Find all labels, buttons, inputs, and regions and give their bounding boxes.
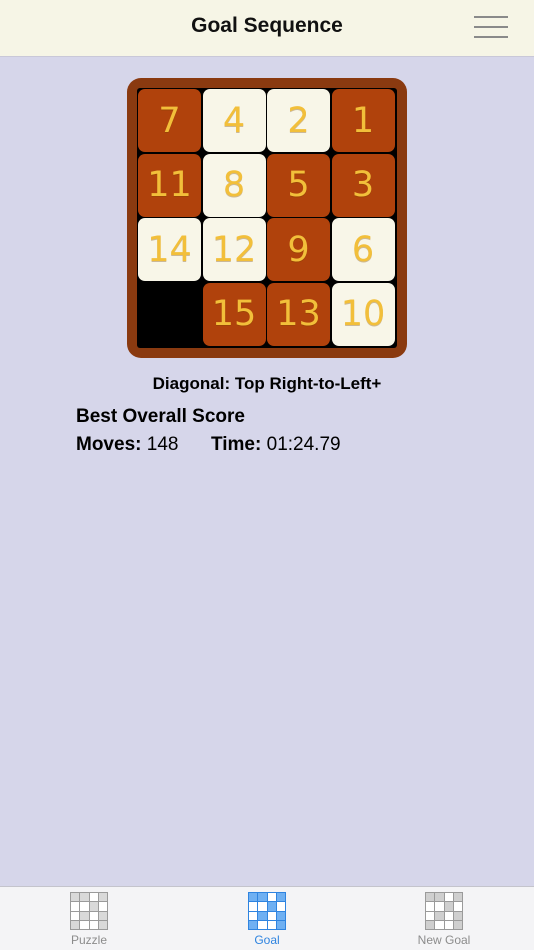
puzzle-tile[interactable]: 11 — [138, 153, 201, 217]
puzzle-tile[interactable]: 13 — [267, 282, 330, 346]
puzzle-tile[interactable]: 12 — [202, 218, 266, 281]
puzzle-tile[interactable]: 6 — [331, 218, 395, 281]
moves-readout: Moves: 148 — [76, 434, 178, 456]
puzzle-tile[interactable]: 4 — [202, 89, 266, 152]
new-goal-grid-icon — [425, 892, 463, 930]
puzzle-tile[interactable]: 3 — [331, 153, 395, 217]
tab-new-goal-label: New Goal — [417, 933, 471, 947]
page-title: Goal Sequence — [191, 14, 343, 37]
tab-goal-label: Goal — [254, 933, 280, 947]
puzzle-grid-icon — [70, 892, 108, 930]
tab-new-goal[interactable]: New Goal — [384, 891, 504, 949]
tab-puzzle-label: Puzzle — [70, 933, 108, 947]
moves-value: 148 — [146, 434, 179, 455]
time-value: 01:24.79 — [266, 434, 341, 455]
puzzle-tile[interactable]: 15 — [202, 282, 266, 346]
puzzle-tile[interactable]: 5 — [267, 153, 330, 217]
puzzle-tile[interactable]: 10 — [331, 282, 395, 346]
moves-label: Moves: — [76, 434, 142, 455]
puzzle-tile[interactable]: 1 — [331, 89, 395, 152]
puzzle-board: 7 4 2 1 11 8 5 3 14 12 9 6 15 13 10 — [127, 78, 407, 358]
puzzle-tile[interactable]: 14 — [138, 218, 201, 281]
nav-bar: Goal Sequence — [0, 0, 534, 57]
board-grid: 7 4 2 1 11 8 5 3 14 12 9 6 15 13 10 — [137, 88, 397, 348]
tab-bar: Puzzle Goal New Goal — [0, 886, 534, 950]
empty-slot — [138, 282, 201, 346]
hamburger-menu-icon[interactable] — [474, 16, 508, 40]
best-score-title: Best Overall Score — [76, 406, 245, 427]
goal-name: Diagonal: Top Right-to-Left+ — [152, 374, 382, 393]
time-readout: Time: 01:24.79 — [211, 434, 341, 456]
puzzle-tile[interactable]: 7 — [138, 89, 201, 152]
puzzle-tile[interactable]: 2 — [267, 89, 330, 152]
puzzle-tile[interactable]: 8 — [202, 153, 266, 217]
puzzle-tile[interactable]: 9 — [267, 218, 330, 281]
goal-grid-icon — [248, 892, 286, 930]
tab-goal[interactable]: Goal — [207, 891, 327, 949]
tab-puzzle[interactable]: Puzzle — [29, 891, 149, 949]
time-label: Time: — [211, 434, 262, 455]
